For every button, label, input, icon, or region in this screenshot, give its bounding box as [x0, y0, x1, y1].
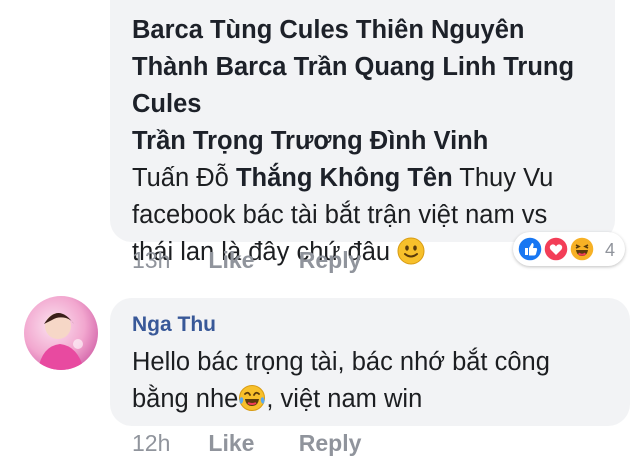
- like-link[interactable]: Like: [208, 247, 292, 274]
- mention[interactable]: Trương Đình Vinh: [271, 127, 488, 155]
- reply-link[interactable]: Reply: [299, 430, 362, 457]
- comment-text-span: , việt nam win: [266, 385, 423, 413]
- mention[interactable]: Cules Thiên Nguyên: [279, 16, 524, 44]
- like-reaction-icon: [517, 236, 543, 262]
- mention[interactable]: Thành Barca: [132, 53, 286, 81]
- comment-text-span: Hello bác trọng tài, bác nhớ bắt công: [132, 348, 550, 376]
- comment-text-span: Tuấn Đỗ: [132, 164, 229, 192]
- face-with-tears-of-joy-icon: [239, 385, 266, 411]
- mention[interactable]: Trần Trọng: [132, 127, 264, 155]
- comment-text: Hello bác trọng tài, bác nhớ bắt công bằ…: [132, 344, 608, 418]
- mention[interactable]: Barca Tùng: [132, 16, 272, 44]
- comment-author[interactable]: Nga Thu: [132, 312, 608, 338]
- comment-bubble: Nga Thu Hello bác trọng tài, bác nhớ bắt…: [110, 298, 630, 426]
- avatar[interactable]: [24, 296, 98, 370]
- comment-timestamp[interactable]: 12h: [132, 430, 202, 457]
- reaction-count: 4: [605, 240, 616, 260]
- comment-bubble: Barca Tùng Cules Thiên Nguyên Thành Barc…: [110, 0, 615, 266]
- mention[interactable]: Thắng Không Tên: [236, 164, 453, 192]
- reactions-summary[interactable]: 4: [513, 232, 625, 266]
- reply-link[interactable]: Reply: [299, 247, 362, 274]
- mention[interactable]: Trần Quang Linh: [294, 53, 497, 81]
- avatar-image: [24, 296, 98, 370]
- comment-text-span: bằng nhe: [132, 385, 239, 413]
- slightly-smiling-face-icon: [397, 237, 425, 265]
- haha-reaction-icon: [569, 236, 595, 262]
- comment-timestamp[interactable]: 13h: [132, 247, 202, 274]
- comment-actions: 13h Like Reply: [132, 247, 361, 274]
- like-link[interactable]: Like: [208, 430, 292, 457]
- comment-text-span: Thuy Vu: [459, 164, 554, 192]
- love-reaction-icon: [543, 236, 569, 262]
- comment-actions: 12h Like Reply: [132, 430, 361, 457]
